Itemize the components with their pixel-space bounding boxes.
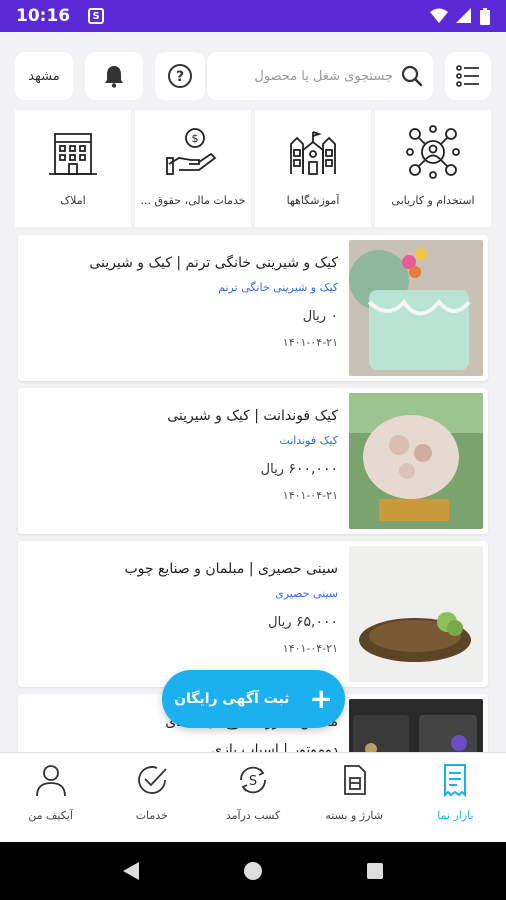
nav-label: آیکیف من bbox=[28, 809, 73, 822]
listing-text: کیک فوندانت | کیک و شیرینی کیک فوندانت ۶… bbox=[28, 388, 338, 502]
listing-subtitle: کیک و شیرینی خانگی ترنم bbox=[218, 281, 338, 294]
listing-date: ۱۴۰۱-۰۴-۲۱ bbox=[282, 489, 338, 502]
listing-price: ۶۰۰,۰۰۰ ریال bbox=[28, 461, 338, 477]
receipt-icon bbox=[444, 764, 467, 797]
top-bar: مشهد ? bbox=[15, 50, 491, 102]
status-icons bbox=[430, 7, 490, 25]
listing-price: ۰ ریال bbox=[28, 308, 338, 324]
notifications-button[interactable] bbox=[85, 52, 143, 100]
question-icon: ? bbox=[168, 64, 192, 88]
building-icon bbox=[49, 133, 97, 175]
help-button[interactable]: ? bbox=[155, 52, 205, 100]
price-currency: ریال bbox=[268, 615, 292, 630]
post-free-ad-button[interactable]: + ثبت آگهی رایگان bbox=[162, 670, 345, 728]
coin-refresh-icon: S bbox=[240, 766, 266, 794]
price-value: ۶۵,۰۰۰ bbox=[295, 614, 338, 630]
listing-card[interactable]: سینی حصیری | مبلمان و صنایع چوب سینی حصی… bbox=[18, 541, 488, 687]
price-value: ۶۰۰,۰۰۰ bbox=[288, 461, 338, 477]
category-employment[interactable]: استخدام و کاریابی bbox=[375, 110, 491, 227]
listing-date: ۱۴۰۱-۰۴-۲۱ bbox=[282, 336, 338, 349]
nav-my-wallet[interactable]: آیکیف من bbox=[0, 753, 101, 842]
nav-label: کسب درآمد bbox=[225, 809, 281, 822]
nav-earn-income[interactable]: S کسب درآمد bbox=[202, 753, 303, 842]
listing-title: کیک فوندانت | کیک و شیرینی bbox=[167, 408, 338, 424]
back-icon[interactable] bbox=[121, 860, 141, 882]
bottom-navigation: آیکیف من خدمات S کسب درآمد شارژ و بسته ب… bbox=[0, 752, 506, 842]
s-notification-icon: S bbox=[88, 8, 105, 24]
wifi-icon bbox=[430, 8, 448, 23]
listing-date: ۱۴۰۱-۰۴-۲۱ bbox=[282, 642, 338, 655]
plus-icon: + bbox=[309, 682, 333, 715]
listing-subtitle: سینی حصیری bbox=[275, 587, 338, 600]
listing-thumbnail bbox=[349, 393, 483, 529]
nav-label: خدمات bbox=[135, 809, 168, 822]
city-label: مشهد bbox=[28, 68, 60, 84]
battery-icon bbox=[480, 7, 490, 25]
nav-label: بازار نما bbox=[437, 809, 474, 822]
network-people-icon bbox=[406, 125, 460, 179]
listing-card[interactable]: کیک فوندانت | کیک و شیرینی کیک فوندانت ۶… bbox=[18, 388, 488, 534]
bell-icon bbox=[105, 66, 123, 88]
post-free-ad-label: ثبت آگهی رایگان bbox=[174, 691, 290, 707]
listing-text: کیک و شیرینی خانگی ترنم | کیک و شیرینی ک… bbox=[28, 235, 338, 349]
recents-icon[interactable] bbox=[365, 861, 385, 881]
status-time: 10:16 bbox=[16, 6, 71, 26]
status-bar: 10:16 S bbox=[0, 0, 506, 32]
system-navigation-bar bbox=[0, 842, 506, 900]
nav-market[interactable]: بازار نما bbox=[405, 753, 506, 842]
nav-label: شارژ و بسته bbox=[325, 809, 383, 822]
school-icon bbox=[290, 131, 336, 175]
list-icon bbox=[456, 65, 479, 87]
listing-subtitle: کیک فوندانت bbox=[279, 434, 338, 447]
nav-charge-package[interactable]: شارژ و بسته bbox=[304, 753, 405, 842]
category-label: استخدام و کاریابی bbox=[391, 194, 475, 207]
home-icon[interactable] bbox=[242, 860, 264, 882]
signal-icon bbox=[456, 8, 471, 23]
listing-text: سینی حصیری | مبلمان و صنایع چوب سینی حصی… bbox=[28, 541, 338, 655]
search-icon bbox=[401, 65, 423, 87]
category-label: آموزشگاهها bbox=[286, 194, 340, 207]
category-grid: املاک $ خدمات مالی، حقوق ... آموزشگاهها bbox=[15, 110, 491, 227]
price-currency: ریال bbox=[302, 309, 327, 324]
money-hand-icon: $ bbox=[166, 128, 217, 175]
price-value: ۰ bbox=[330, 308, 338, 324]
category-financial-services[interactable]: $ خدمات مالی، حقوق ... bbox=[135, 110, 251, 227]
category-label: خدمات مالی، حقوق ... bbox=[140, 194, 246, 207]
listing-price: ۶۵,۰۰۰ ریال bbox=[28, 614, 338, 630]
category-list-button[interactable] bbox=[445, 52, 491, 100]
svg-text:$: $ bbox=[192, 132, 199, 145]
city-selector-button[interactable]: مشهد bbox=[15, 52, 73, 100]
svg-text:S: S bbox=[249, 774, 257, 789]
person-icon bbox=[35, 765, 66, 797]
category-label: املاک bbox=[60, 194, 86, 207]
search-input[interactable] bbox=[233, 68, 393, 84]
listing-card[interactable]: کیک و شیرینی خانگی ترنم | کیک و شیرینی ک… bbox=[18, 235, 488, 381]
listing-title: کیک و شیرینی خانگی ترنم | کیک و شیرینی bbox=[89, 255, 338, 271]
sim-card-icon bbox=[344, 765, 367, 795]
check-circle-icon bbox=[137, 766, 167, 794]
svg-text:?: ? bbox=[176, 69, 184, 85]
nav-services[interactable]: خدمات bbox=[101, 753, 202, 842]
listing-thumbnail bbox=[349, 546, 483, 682]
price-currency: ریال bbox=[260, 462, 284, 477]
listing-thumbnail bbox=[349, 240, 483, 376]
search-bar[interactable] bbox=[207, 52, 433, 100]
category-real-estate[interactable]: املاک bbox=[15, 110, 131, 227]
listing-title: سینی حصیری | مبلمان و صنایع چوب bbox=[124, 561, 338, 577]
category-schools[interactable]: آموزشگاهها bbox=[255, 110, 371, 227]
